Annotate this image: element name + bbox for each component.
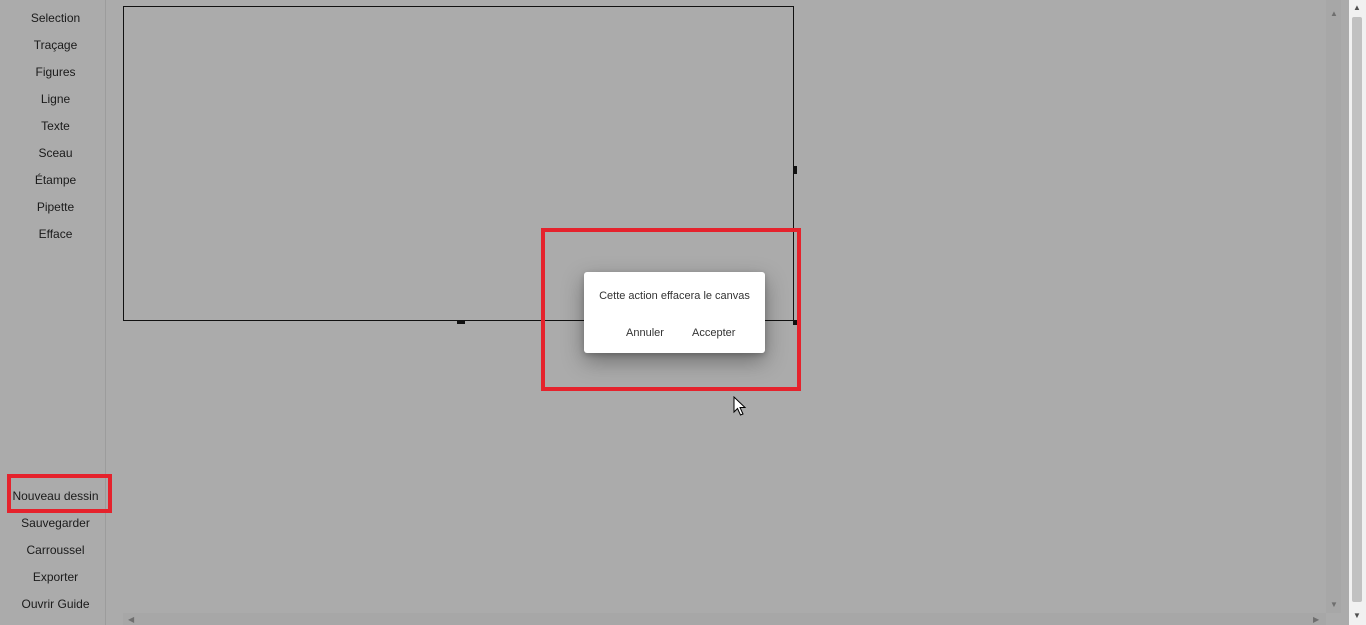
canvas-horizontal-scrollbar[interactable]: ◀ ▶ bbox=[123, 613, 1326, 625]
resize-handle-right[interactable] bbox=[793, 166, 797, 174]
arrow-up-icon[interactable]: ▲ bbox=[1330, 10, 1338, 18]
save-button[interactable]: Sauvegarder bbox=[0, 510, 111, 537]
export-button[interactable]: Exporter bbox=[0, 564, 111, 591]
arrow-down-icon[interactable]: ▼ bbox=[1330, 601, 1338, 609]
tool-efface-button[interactable]: Efface bbox=[0, 221, 111, 248]
carousel-button[interactable]: Carroussel bbox=[0, 537, 111, 564]
resize-handle-bottom[interactable] bbox=[457, 321, 465, 324]
open-guide-button[interactable]: Ouvrir Guide bbox=[0, 591, 111, 618]
tool-etampe-button[interactable]: Étampe bbox=[0, 167, 111, 194]
arrow-up-icon[interactable]: ▲ bbox=[1353, 4, 1361, 12]
mouse-pointer-icon bbox=[733, 396, 747, 416]
page-vertical-scrollbar[interactable]: ▲ ▼ bbox=[1349, 0, 1366, 625]
tool-tracage-button[interactable]: Traçage bbox=[0, 32, 111, 59]
tool-sceau-button[interactable]: Sceau bbox=[0, 140, 111, 167]
tool-selection-button[interactable]: Selection bbox=[0, 5, 111, 32]
canvas-vertical-scrollbar[interactable]: ▲ ▼ bbox=[1326, 0, 1341, 613]
sidebar: Selection Traçage Figures Ligne Texte Sc… bbox=[0, 0, 106, 625]
scrollbar-thumb[interactable] bbox=[1352, 17, 1362, 602]
arrow-right-icon[interactable]: ▶ bbox=[1313, 616, 1319, 624]
accept-button[interactable]: Accepter bbox=[688, 325, 739, 341]
confirm-dialog: Cette action effacera le canvas Annuler … bbox=[584, 272, 765, 353]
tool-ligne-button[interactable]: Ligne bbox=[0, 86, 111, 113]
tool-pipette-button[interactable]: Pipette bbox=[0, 194, 111, 221]
drawing-app: Selection Traçage Figures Ligne Texte Sc… bbox=[0, 0, 1366, 625]
tool-texte-button[interactable]: Texte bbox=[0, 113, 111, 140]
cancel-button[interactable]: Annuler bbox=[622, 325, 668, 341]
dialog-message: Cette action effacera le canvas bbox=[599, 290, 750, 302]
arrow-left-icon[interactable]: ◀ bbox=[128, 616, 134, 624]
arrow-down-icon[interactable]: ▼ bbox=[1353, 612, 1361, 620]
tool-figures-button[interactable]: Figures bbox=[0, 59, 111, 86]
highlight-new-drawing bbox=[7, 474, 112, 513]
